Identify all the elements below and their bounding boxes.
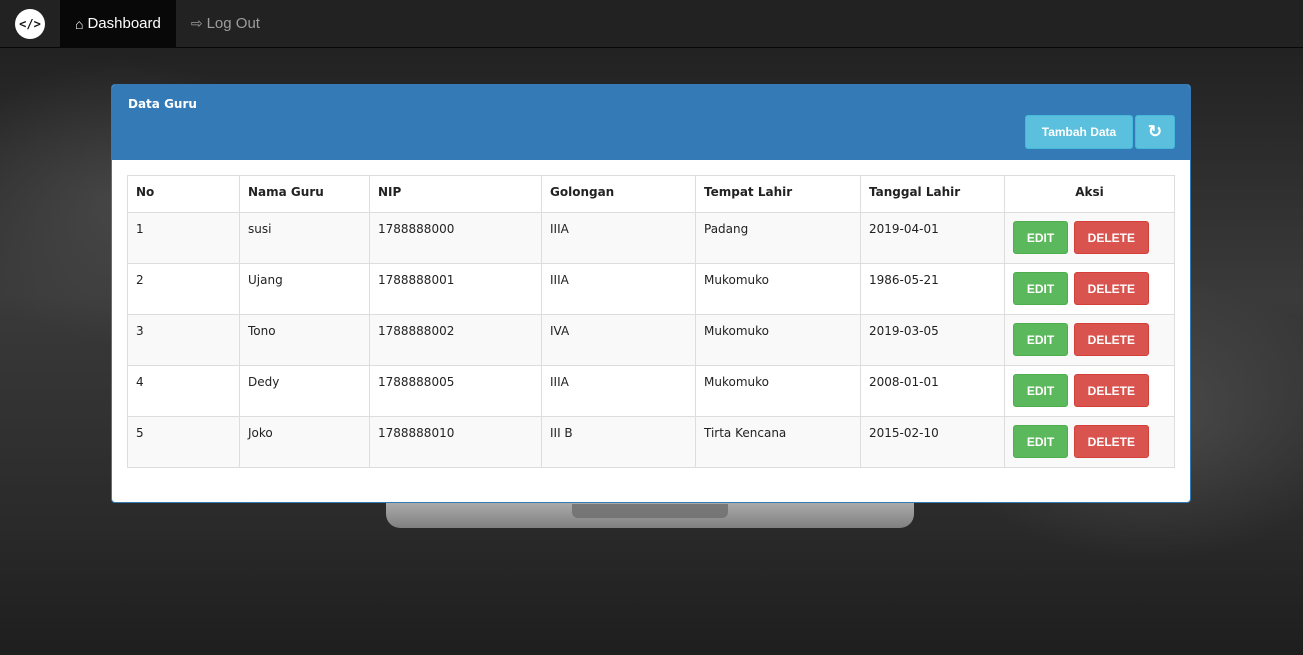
- header-golongan: Golongan: [541, 175, 696, 213]
- cell-tempat-lahir: Mukomuko: [695, 263, 861, 315]
- cell-no: 1: [127, 212, 240, 264]
- cell-nama: Tono: [239, 314, 370, 366]
- nav-logout[interactable]: ⇨ Log Out: [176, 0, 275, 47]
- delete-button[interactable]: DELETE: [1073, 272, 1149, 305]
- cell-golongan: III B: [541, 416, 696, 468]
- cell-tanggal-lahir: 2019-03-05: [860, 314, 1005, 366]
- cell-no: 3: [127, 314, 240, 366]
- header-no: No: [127, 175, 240, 213]
- cell-nama: Joko: [239, 416, 370, 468]
- cell-nama: susi: [239, 212, 370, 264]
- panel-title: Data Guru: [128, 97, 197, 111]
- cell-aksi: EDIT DELETE: [1004, 416, 1175, 468]
- table-body: 1 susi 1788888000 IIIA Padang 2019-04-01…: [127, 212, 1175, 468]
- cell-golongan: IVA: [541, 314, 696, 366]
- cell-nama: Ujang: [239, 263, 370, 315]
- header-nama-guru: Nama Guru: [239, 175, 370, 213]
- cell-nip: 1788888010: [369, 416, 542, 468]
- cell-nip: 1788888001: [369, 263, 542, 315]
- table-row: 4 Dedy 1788888005 IIIA Mukomuko 2008-01-…: [127, 365, 1175, 417]
- edit-button[interactable]: EDIT: [1013, 323, 1068, 356]
- cell-nip: 1788888005: [369, 365, 542, 417]
- cell-golongan: IIIA: [541, 365, 696, 417]
- edit-button[interactable]: EDIT: [1013, 221, 1068, 254]
- add-data-button[interactable]: Tambah Data: [1025, 115, 1133, 149]
- cell-aksi: EDIT DELETE: [1004, 263, 1175, 315]
- header-tanggal-lahir: Tanggal Lahir: [860, 175, 1005, 213]
- header-nip: NIP: [369, 175, 542, 213]
- edit-button[interactable]: EDIT: [1013, 374, 1068, 407]
- cell-golongan: IIIA: [541, 212, 696, 264]
- cell-tempat-lahir: Tirta Kencana: [695, 416, 861, 468]
- data-guru-panel: Data Guru Tambah Data ↻ No Nama Guru NIP…: [111, 84, 1191, 503]
- cell-aksi: EDIT DELETE: [1004, 365, 1175, 417]
- refresh-button[interactable]: ↻: [1135, 115, 1175, 149]
- edit-button[interactable]: EDIT: [1013, 272, 1068, 305]
- cell-aksi: EDIT DELETE: [1004, 212, 1175, 264]
- cell-nama: Dedy: [239, 365, 370, 417]
- delete-button[interactable]: DELETE: [1073, 374, 1149, 407]
- header-tempat-lahir: Tempat Lahir: [695, 175, 861, 213]
- cell-tanggal-lahir: 2019-04-01: [860, 212, 1005, 264]
- cell-tempat-lahir: Mukomuko: [695, 365, 861, 417]
- cell-golongan: IIIA: [541, 263, 696, 315]
- delete-button[interactable]: DELETE: [1073, 323, 1149, 356]
- nav-dashboard-label: Dashboard: [87, 15, 161, 32]
- refresh-icon: ↻: [1147, 122, 1163, 141]
- guru-table: No Nama Guru NIP Golongan Tempat Lahir T…: [127, 175, 1175, 468]
- cell-no: 5: [127, 416, 240, 468]
- cell-no: 4: [127, 365, 240, 417]
- panel-heading: Data Guru Tambah Data ↻: [112, 85, 1190, 160]
- table-row: 3 Tono 1788888002 IVA Mukomuko 2019-03-0…: [127, 314, 1175, 366]
- logout-icon: ⇨: [190, 15, 203, 31]
- top-navbar: </> ⌂ Dashboard ⇨ Log Out: [0, 0, 1303, 48]
- nav-logout-label: Log Out: [206, 15, 260, 32]
- nav-dashboard[interactable]: ⌂ Dashboard: [60, 0, 176, 47]
- cell-tanggal-lahir: 1986-05-21: [860, 263, 1005, 315]
- cell-no: 2: [127, 263, 240, 315]
- table-header-row: No Nama Guru NIP Golongan Tempat Lahir T…: [127, 175, 1175, 213]
- cell-tanggal-lahir: 2015-02-10: [860, 416, 1005, 468]
- cell-tanggal-lahir: 2008-01-01: [860, 365, 1005, 417]
- table-row: 5 Joko 1788888010 III B Tirta Kencana 20…: [127, 416, 1175, 468]
- delete-button[interactable]: DELETE: [1073, 425, 1149, 458]
- header-aksi: Aksi: [1004, 175, 1175, 213]
- code-icon: </>: [15, 8, 45, 39]
- background-laptop-notch: [572, 504, 728, 518]
- cell-tempat-lahir: Mukomuko: [695, 314, 861, 366]
- cell-tempat-lahir: Padang: [695, 212, 861, 264]
- brand[interactable]: </>: [0, 0, 60, 47]
- home-icon: ⌂: [75, 15, 84, 32]
- table-row: 2 Ujang 1788888001 IIIA Mukomuko 1986-05…: [127, 263, 1175, 315]
- edit-button[interactable]: EDIT: [1013, 425, 1068, 458]
- panel-body: No Nama Guru NIP Golongan Tempat Lahir T…: [112, 160, 1190, 483]
- cell-nip: 1788888002: [369, 314, 542, 366]
- cell-aksi: EDIT DELETE: [1004, 314, 1175, 366]
- delete-button[interactable]: DELETE: [1073, 221, 1149, 254]
- table-row: 1 susi 1788888000 IIIA Padang 2019-04-01…: [127, 212, 1175, 264]
- cell-nip: 1788888000: [369, 212, 542, 264]
